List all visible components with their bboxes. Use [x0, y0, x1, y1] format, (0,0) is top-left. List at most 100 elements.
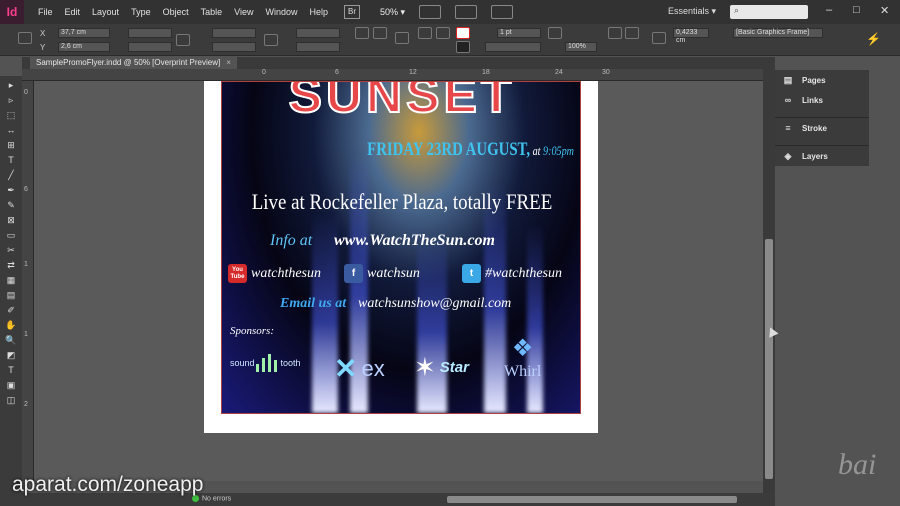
stroke-weight-field[interactable]: 1 pt [497, 28, 541, 38]
workspace-switcher[interactable]: Essentials ▾ [668, 6, 716, 17]
note-tool-icon[interactable]: ✐ [4, 304, 18, 316]
email-address: watchsunshow@gmail.com [358, 296, 512, 311]
lightning-icon[interactable]: ⚡ [866, 32, 881, 46]
constrain-proportions-icon[interactable] [176, 34, 190, 46]
fitting-icon[interactable] [625, 27, 639, 39]
rectangle-tool-icon[interactable]: ▭ [4, 229, 18, 241]
menu-object[interactable]: Object [157, 0, 195, 24]
page-tool-icon[interactable]: ⬚ [4, 109, 18, 121]
view-options-icon[interactable] [419, 5, 442, 19]
document-page[interactable]: SUNSET FRIDAY 23RD AUGUST, at 9:05pm Liv… [204, 81, 598, 433]
opacity-field[interactable]: 100% [565, 42, 597, 52]
gradient-tool-icon[interactable]: ▦ [4, 274, 18, 286]
pasteboard[interactable]: SUNSET FRIDAY 23RD AUGUST, at 9:05pm Liv… [34, 81, 763, 481]
document-tab-bar: SamplePromoFlyer.indd @ 50% [Overprint P… [22, 57, 778, 69]
layers-icon: ◈ [784, 150, 792, 161]
ruler-tick: 2 [24, 401, 28, 408]
text-wrap-icon[interactable] [608, 27, 622, 39]
sponsor-star-logo: ✶ Star [414, 352, 469, 383]
width-field[interactable] [128, 28, 172, 38]
scissors-tool-icon[interactable]: ✂ [4, 244, 18, 256]
screen-mode-tool-icon[interactable]: ◫ [4, 394, 18, 406]
bridge-button[interactable]: Br [344, 5, 360, 19]
search-input[interactable]: ⌕ [730, 5, 808, 19]
link-scale-icon[interactable] [264, 34, 278, 46]
vertical-scroll-thumb[interactable] [765, 239, 773, 479]
twitter-handle: #watchthesun [485, 265, 562, 281]
screen-mode-icon[interactable] [455, 5, 478, 19]
vertical-scrollbar[interactable] [763, 69, 775, 493]
menu-type[interactable]: Type [125, 0, 157, 24]
object-style-select[interactable]: [Basic Graphics Frame] [733, 28, 823, 38]
video-watermark: aparat.com/zoneapp [12, 473, 204, 496]
layers-panel-button[interactable]: ◈ Layers [775, 146, 869, 166]
links-panel-button[interactable]: ∞ Links [775, 90, 869, 110]
pages-panel-button[interactable]: ▤ Pages [775, 70, 869, 90]
brand-corner-mark: bai [838, 448, 877, 481]
pen-tool-icon[interactable]: ✒ [4, 184, 18, 196]
stroke-offset-field[interactable]: 0,4233 cm [673, 28, 709, 44]
scale-y-field[interactable] [212, 42, 256, 52]
free-transform-tool-icon[interactable]: ⇄ [4, 259, 18, 271]
sponsor-ex-text: ex [361, 355, 385, 381]
effects-icon[interactable] [548, 27, 562, 39]
document-tab[interactable]: SamplePromoFlyer.indd @ 50% [Overprint P… [30, 57, 237, 69]
content-collector-icon[interactable]: ⊞ [4, 139, 18, 151]
rotate-cw-icon[interactable] [355, 27, 369, 39]
sponsor-soundtooth-b: tooth [280, 358, 301, 368]
apply-color-icon[interactable]: ▣ [4, 379, 18, 391]
menu-table[interactable]: Table [195, 0, 229, 24]
gap-tool-icon[interactable]: ↔ [4, 124, 18, 136]
corner-options-icon[interactable] [652, 32, 666, 44]
close-button[interactable]: ✕ [880, 4, 889, 17]
main-menu: File Edit Layout Type Object Table View … [32, 0, 334, 24]
rotate-ccw-icon[interactable] [373, 27, 387, 39]
menu-help[interactable]: Help [303, 0, 334, 24]
zoom-level-select[interactable]: 50% ▾ [380, 7, 405, 18]
fill-swatch[interactable] [456, 27, 470, 39]
horizontal-scroll-thumb[interactable] [447, 496, 737, 503]
indesign-window: Id File Edit Layout Type Object Table Vi… [0, 0, 900, 506]
x-label: X [40, 29, 46, 38]
minimize-button[interactable]: – [826, 4, 832, 16]
shear-field[interactable] [296, 42, 340, 52]
menu-file[interactable]: File [32, 0, 59, 24]
flyer-artwork[interactable]: SUNSET FRIDAY 23RD AUGUST, at 9:05pm Liv… [221, 81, 581, 414]
line-tool-icon[interactable]: ╱ [4, 169, 18, 181]
arrange-documents-icon[interactable] [491, 5, 514, 19]
flip-icon[interactable] [395, 32, 409, 44]
select-container-icon[interactable] [418, 27, 432, 39]
vertical-ruler[interactable]: 0 6 1 1 2 [22, 81, 34, 481]
horizontal-ruler[interactable]: 0 6 12 18 24 30 [22, 69, 763, 81]
ruler-tick: 1 [24, 261, 28, 268]
maximize-button[interactable]: □ [853, 4, 860, 16]
menu-view[interactable]: View [228, 0, 259, 24]
close-tab-icon[interactable]: × [226, 58, 231, 67]
height-field[interactable] [128, 42, 172, 52]
scale-x-field[interactable] [212, 28, 256, 38]
select-content-icon[interactable] [436, 27, 450, 39]
pencil-tool-icon[interactable]: ✎ [4, 199, 18, 211]
y-position-field[interactable]: 2,6 cm [58, 42, 110, 52]
reference-point-icon[interactable] [18, 32, 32, 44]
stroke-panel-button[interactable]: ≡ Stroke [775, 118, 869, 138]
hand-tool-icon[interactable]: ✋ [4, 319, 18, 331]
menu-edit[interactable]: Edit [59, 0, 87, 24]
menu-layout[interactable]: Layout [86, 0, 125, 24]
fill-stroke-icon[interactable]: ◩ [4, 349, 18, 361]
rotation-field[interactable] [296, 28, 340, 38]
stroke-type-select[interactable] [485, 42, 541, 52]
whirl-icon: ❖ [511, 335, 534, 362]
x-position-field[interactable]: 37,7 cm [58, 28, 110, 38]
type-tool-icon[interactable]: T [4, 154, 18, 166]
zoom-tool-icon[interactable]: 🔍 [4, 334, 18, 346]
menu-window[interactable]: Window [259, 0, 303, 24]
gradient-feather-tool-icon[interactable]: ▤ [4, 289, 18, 301]
workspace-label: Essentials [668, 6, 710, 16]
formatting-text-icon[interactable]: T [4, 364, 18, 376]
stroke-icon: ≡ [785, 122, 791, 133]
rectangle-frame-tool-icon[interactable]: ⊠ [4, 214, 18, 226]
stroke-swatch[interactable] [456, 41, 470, 53]
direct-selection-tool-icon[interactable]: ▹ [4, 94, 18, 106]
selection-tool-icon[interactable]: ▸ [4, 79, 18, 91]
